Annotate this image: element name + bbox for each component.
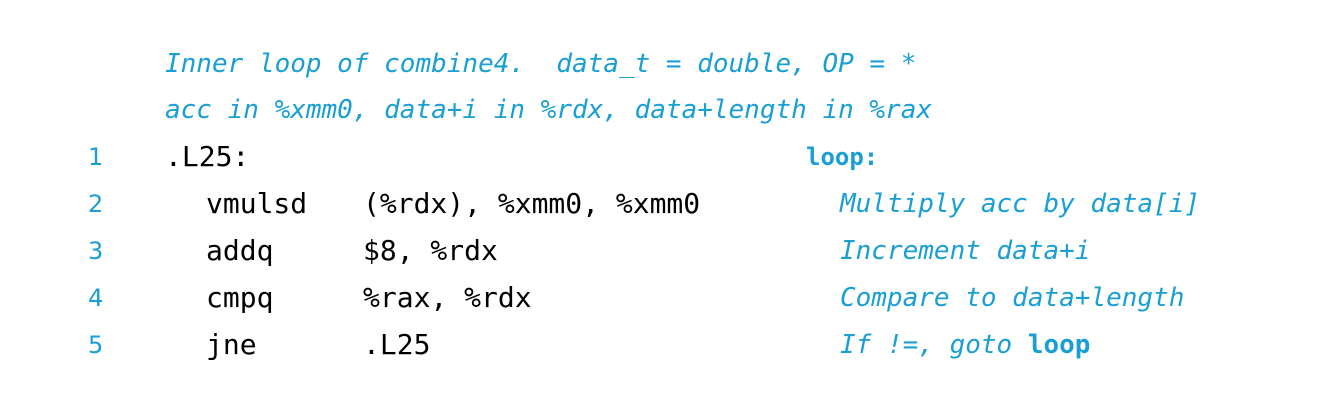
header-comment: Inner loop of combine4. data_t = double,…	[165, 49, 917, 79]
instruction-mnemonic: cmpq	[206, 281, 274, 314]
instruction-operands: $8, %rdx	[363, 234, 498, 267]
line-number: 5	[88, 331, 104, 359]
assembly-listing: Inner loop of combine4. data_t = double,…	[0, 0, 1324, 416]
loop-keyword: loop	[1027, 330, 1091, 360]
code-line-1: 1 .L25: loop:	[0, 137, 1324, 177]
line-comment: Increment data+i	[840, 236, 1091, 266]
instruction-mnemonic: addq	[206, 234, 274, 267]
instruction-operands: (%rdx), %xmm0, %xmm0	[363, 187, 701, 220]
header-comment-line-1: Inner loop of combine4. data_t = double,…	[0, 44, 1324, 84]
code-line-5: 5 jne .L25 If !=, goto loop	[0, 325, 1324, 365]
instruction-operands: %rax, %rdx	[363, 281, 532, 314]
line-number: 2	[88, 190, 104, 218]
code-line-4: 4 cmpq %rax, %rdx Compare to data+length	[0, 278, 1324, 318]
line-number: 3	[88, 237, 104, 265]
line-comment: If !=, goto loop	[840, 325, 1090, 365]
header-comment: acc in %xmm0, data+i in %rdx, data+lengt…	[165, 95, 933, 125]
instruction-operands: .L25	[363, 328, 431, 361]
loop-label-annotation: loop:	[806, 143, 879, 171]
code-line-3: 3 addq $8, %rdx Increment data+i	[0, 231, 1324, 271]
instruction-mnemonic: jne	[206, 328, 257, 361]
line-number: 1	[88, 143, 104, 171]
line-comment: Compare to data+length	[840, 283, 1185, 313]
line-comment: Multiply acc by data[i]	[840, 189, 1201, 219]
code-label: .L25:	[165, 140, 250, 173]
line-comment-text: If !=, goto	[840, 330, 1013, 360]
header-comment-line-2: acc in %xmm0, data+i in %rdx, data+lengt…	[0, 90, 1324, 130]
code-line-2: 2 vmulsd (%rdx), %xmm0, %xmm0 Multiply a…	[0, 184, 1324, 224]
instruction-mnemonic: vmulsd	[206, 187, 308, 220]
line-number: 4	[88, 284, 104, 312]
